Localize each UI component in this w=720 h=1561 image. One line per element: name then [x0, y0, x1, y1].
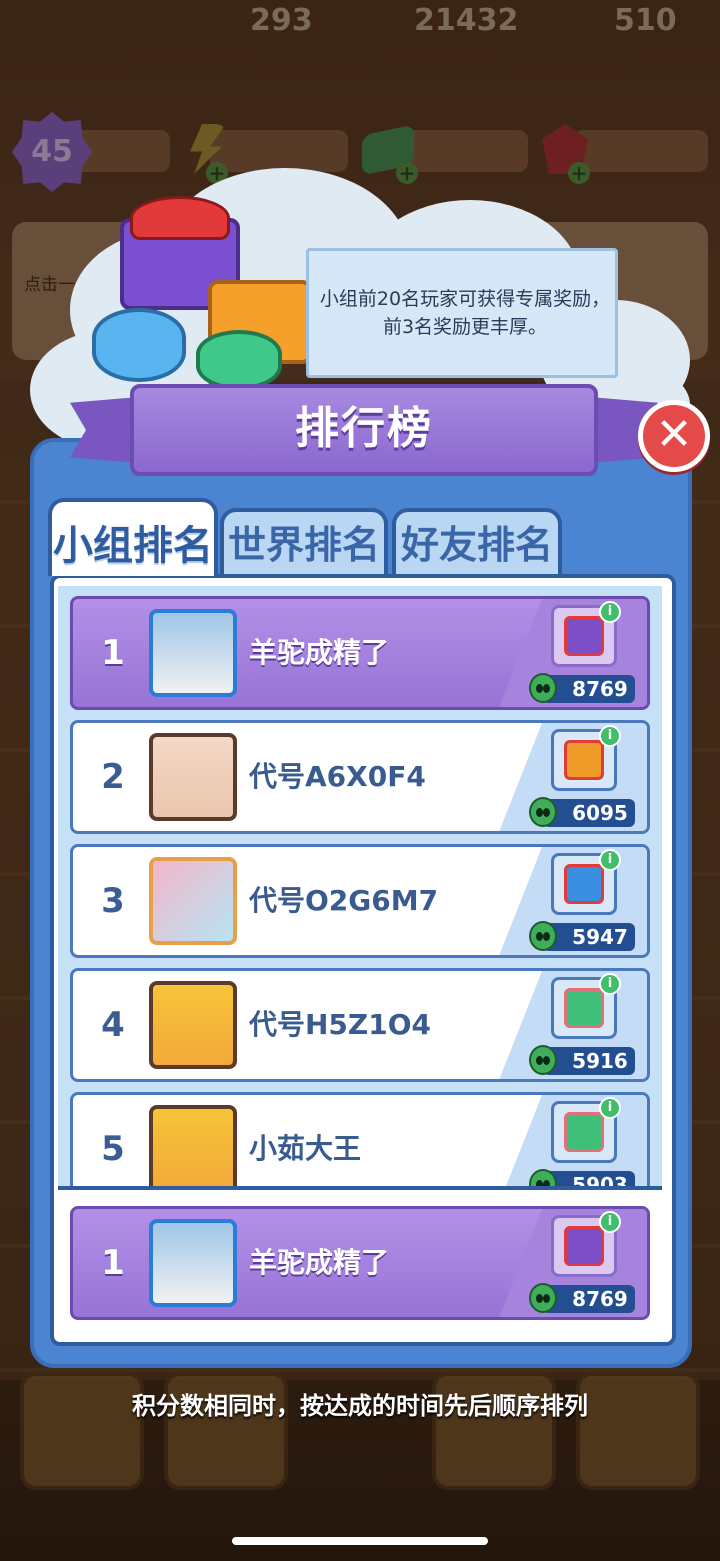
- ranking-row[interactable]: 5 小茹大王 i 5903: [70, 1092, 650, 1186]
- leaderboard-title: 排行榜: [295, 403, 433, 454]
- my-ranking-row[interactable]: 1 羊驼成精了 i 8769: [70, 1206, 650, 1320]
- rank-number: 4: [101, 1005, 125, 1045]
- score-value: 5903: [572, 1173, 628, 1186]
- avatar[interactable]: [149, 609, 237, 697]
- tab-world-ranking[interactable]: 世界排名: [220, 508, 388, 574]
- gift-icon: [564, 616, 604, 656]
- alien-score-icon: [529, 921, 557, 951]
- player-name: 代号A6X0F4: [249, 760, 426, 793]
- avatar[interactable]: [149, 1219, 237, 1307]
- gems-bar[interactable]: [572, 130, 708, 172]
- avatar[interactable]: [149, 857, 237, 945]
- energy-value: 293: [250, 3, 313, 38]
- tab-friend-ranking[interactable]: 好友排名: [392, 508, 562, 574]
- list-divider: [58, 1186, 662, 1190]
- cash-value: 21432: [414, 3, 519, 38]
- gems-value: 510: [614, 3, 677, 38]
- tab-label: 好友排名: [400, 523, 553, 567]
- ranking-row[interactable]: 4 代号H5Z1O4 i 5916: [70, 968, 650, 1082]
- score-value: 6095: [572, 801, 628, 825]
- level-value: 45: [31, 134, 73, 169]
- tie-rule-note: 积分数相同时，按达成的时间先后顺序排列: [132, 1392, 588, 1420]
- alien-score-icon: [529, 797, 557, 827]
- score-value: 5916: [572, 1049, 628, 1073]
- title-ribbon: 排行榜: [70, 372, 658, 482]
- rank-number: 5: [101, 1129, 125, 1169]
- ranking-row[interactable]: 3 代号O2G6M7 i 5947: [70, 844, 650, 958]
- tip-bubble: 小组前20名玩家可获得专属奖励，前3名奖励更丰厚。: [306, 248, 618, 378]
- player-name: 代号H5Z1O4: [249, 1008, 431, 1041]
- gift-bow-icon: [130, 196, 230, 240]
- info-icon[interactable]: i: [599, 973, 621, 995]
- gift-icon: [564, 1112, 604, 1152]
- score-value: 8769: [572, 1287, 628, 1311]
- gift-icon: [564, 988, 604, 1028]
- background-board-text: 点击一: [24, 275, 75, 295]
- home-indicator[interactable]: [232, 1537, 488, 1545]
- tab-label: 世界排名: [227, 523, 380, 567]
- gift-icon: [564, 740, 604, 780]
- rank-number: 1: [101, 1243, 125, 1283]
- score-value: 8769: [572, 677, 628, 701]
- info-icon[interactable]: i: [599, 601, 621, 623]
- gift-icon: [564, 1226, 604, 1266]
- ranking-row[interactable]: 2 代号A6X0F4 i 6095: [70, 720, 650, 834]
- info-icon[interactable]: i: [599, 1097, 621, 1119]
- info-icon[interactable]: i: [599, 725, 621, 747]
- player-name: 小茹大王: [249, 1132, 362, 1165]
- alien-score-icon: [529, 1045, 557, 1075]
- tip-text: 小组前20名玩家可获得专属奖励，前3名奖励更丰厚。: [319, 288, 611, 338]
- ranking-list[interactable]: 1 羊驼成精了 i 8769 2 代号A6X0F4 i 6095 3 代号O2G…: [58, 586, 662, 1186]
- player-name: 羊驼成精了: [249, 1246, 390, 1279]
- avatar[interactable]: [149, 733, 237, 821]
- energy-bar[interactable]: [210, 130, 348, 172]
- alien-score-icon: [529, 1283, 557, 1313]
- add-cash-icon[interactable]: +: [396, 162, 418, 184]
- info-icon[interactable]: i: [599, 849, 621, 871]
- info-icon[interactable]: i: [599, 1211, 621, 1233]
- score-value: 5947: [572, 925, 628, 949]
- player-name: 羊驼成精了: [249, 636, 390, 669]
- avatar[interactable]: [149, 981, 237, 1069]
- alien-score-icon: [529, 673, 557, 703]
- tab-group-ranking[interactable]: 小组排名: [48, 498, 218, 576]
- rank-number: 1: [101, 633, 125, 673]
- player-name: 代号O2G6M7: [249, 884, 439, 917]
- avatar[interactable]: [149, 1105, 237, 1186]
- ranking-row[interactable]: 1 羊驼成精了 i 8769: [70, 596, 650, 710]
- rank-number: 2: [101, 757, 125, 797]
- rank-number: 3: [101, 881, 125, 921]
- tab-label: 小组排名: [53, 523, 213, 569]
- close-button[interactable]: ✕: [638, 400, 710, 472]
- gift-blue-icon: [92, 308, 186, 382]
- close-icon: ✕: [655, 409, 693, 460]
- add-gems-icon[interactable]: +: [568, 162, 590, 184]
- gift-icon: [564, 864, 604, 904]
